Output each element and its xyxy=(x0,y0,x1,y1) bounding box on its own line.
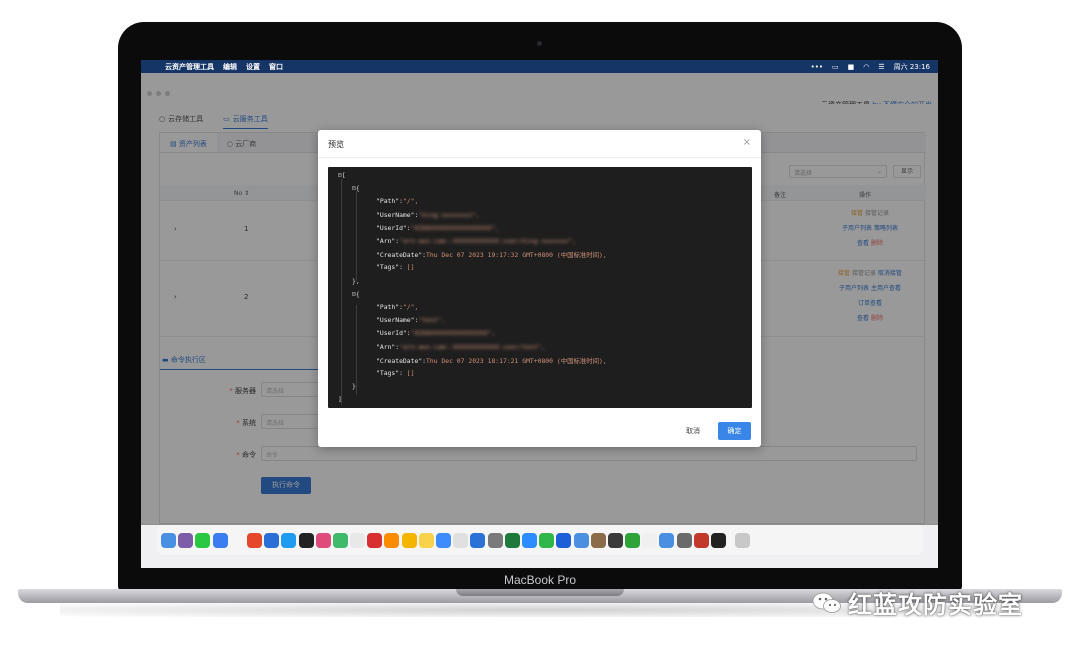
json-line: "Path":"/", xyxy=(376,303,419,311)
confirm-button[interactable]: 确定 xyxy=(718,422,751,440)
watermark-text: 红蓝攻防实验室 xyxy=(848,591,1023,619)
json-line: "UserId":"AIDAXXXXXXXXXXXXXXX", xyxy=(376,329,496,338)
json-line: ⊟{ xyxy=(352,289,360,298)
dock-app-icon[interactable] xyxy=(264,532,280,548)
dock-app-icon[interactable] xyxy=(401,532,417,548)
dock-app-icon[interactable] xyxy=(693,532,709,548)
json-viewer[interactable]: ⊟[ ⊟{ "Path":"/", "UserName":"king-xxxxxxxx… xyxy=(328,167,752,408)
dock-app-icon[interactable] xyxy=(556,532,572,548)
json-line: ⊟[ xyxy=(338,171,346,179)
menubar: 云资产管理工具 编辑 设置 窗口 ••• ▭ ■ ◠ ☰ 周六 23:16 xyxy=(141,60,938,73)
dock-app-icon[interactable] xyxy=(436,532,451,548)
indent-guide xyxy=(356,191,357,281)
indent-guide xyxy=(341,179,342,405)
dock-app-icon[interactable] xyxy=(573,532,589,548)
dock-app-icon[interactable] xyxy=(504,532,520,548)
dock-app-icon[interactable] xyxy=(418,532,434,548)
dock-app-icon[interactable] xyxy=(642,532,658,548)
json-line: ] xyxy=(338,395,342,404)
close-icon[interactable]: × xyxy=(743,137,751,148)
json-line: "CreateDate":Thu Dec 07 2023 19:17:32 GM… xyxy=(376,251,607,260)
dock-app-icon[interactable] xyxy=(332,532,348,548)
dock-app-icon[interactable] xyxy=(539,532,555,548)
dock-app-icon[interactable] xyxy=(195,532,211,548)
json-line: "UserName":"king-xxxxxxxx", xyxy=(376,210,480,219)
dock-app-icon[interactable] xyxy=(676,532,692,548)
menu-window[interactable]: 窗口 xyxy=(269,62,283,72)
watermark: 红蓝攻防实验室 xyxy=(812,585,1023,620)
camera-icon[interactable]: ■ xyxy=(848,63,855,71)
json-line: ⊟{ xyxy=(352,184,360,193)
cancel-button[interactable]: 取消 xyxy=(676,422,710,440)
wifi-icon[interactable]: ◠ xyxy=(863,63,869,71)
json-line: }, xyxy=(352,276,360,285)
dock-separator xyxy=(730,531,732,549)
json-line: } xyxy=(352,382,356,391)
dock-app-icon[interactable] xyxy=(625,532,641,548)
dock-app-icon[interactable] xyxy=(161,532,176,548)
dock-app-icon[interactable] xyxy=(470,532,486,548)
dock-app-icon[interactable] xyxy=(315,532,331,548)
json-line: "Path":"/", xyxy=(376,197,419,206)
indent-guide xyxy=(356,305,357,395)
keyboard-icon[interactable]: ▭ xyxy=(832,63,839,71)
laptop-notch xyxy=(456,589,624,596)
dock xyxy=(157,525,923,555)
dock-app-icon[interactable] xyxy=(178,532,194,548)
json-line: "UserName":"test", xyxy=(376,316,446,325)
dock-app-icon[interactable] xyxy=(212,532,228,548)
dock-app-icon[interactable] xyxy=(298,532,314,548)
json-line: "Arn":"arn:aws:iam::XXXXXXXXXXXX:user/ki… xyxy=(376,237,577,245)
dock-app-icon[interactable] xyxy=(711,532,726,548)
dock-app-icon[interactable] xyxy=(281,532,297,548)
screen: 云资产管理工具 编辑 设置 窗口 ••• ▭ ■ ◠ ☰ 周六 23:16 云资… xyxy=(141,60,938,568)
dock-app-icon[interactable] xyxy=(229,532,245,548)
divider xyxy=(318,157,761,158)
dock-app-icon[interactable] xyxy=(607,532,623,548)
clock[interactable]: 周六 23:16 xyxy=(894,62,930,72)
dock-app-icon[interactable] xyxy=(590,532,606,548)
dock-app-icon[interactable] xyxy=(246,532,262,548)
json-line: "UserId":"AIDAXXXXXXXXXXXXXXXX", xyxy=(376,223,500,232)
json-line: "CreateDate":Thu Dec 07 2023 18:17:21 GM… xyxy=(376,356,607,365)
dock-app-icon[interactable] xyxy=(367,532,383,548)
dock-app-icon[interactable] xyxy=(350,532,366,548)
preview-dialog: 预览 × ⊟[ ⊟{ "Path":"/", "UserName":"king-xxx… xyxy=(318,130,761,447)
menu-edit[interactable]: 编辑 xyxy=(223,62,237,72)
dock-app-icon[interactable] xyxy=(384,532,400,548)
dialog-title: 预览 xyxy=(328,140,344,149)
dock-app-icon[interactable] xyxy=(659,532,675,548)
menu-settings[interactable]: 设置 xyxy=(246,62,260,72)
json-line: "Tags": [] xyxy=(376,369,415,377)
json-line: "Tags": [] xyxy=(376,263,415,272)
menu-app-name[interactable]: 云资产管理工具 xyxy=(165,62,214,72)
control-center-icon[interactable]: ☰ xyxy=(878,63,884,71)
trash-icon[interactable] xyxy=(735,532,751,548)
json-line: "Arn":"arn:aws:iam::XXXXXXXXXXXX:user/te… xyxy=(376,342,546,351)
dock-app-icon[interactable] xyxy=(453,532,469,548)
camera xyxy=(537,41,542,46)
dock-app-icon[interactable] xyxy=(521,532,537,548)
laptop-model-label: MacBook Pro xyxy=(503,573,577,587)
wechat-icon xyxy=(812,592,841,613)
dock-app-icon[interactable] xyxy=(487,532,503,548)
more-icon[interactable]: ••• xyxy=(811,63,823,71)
